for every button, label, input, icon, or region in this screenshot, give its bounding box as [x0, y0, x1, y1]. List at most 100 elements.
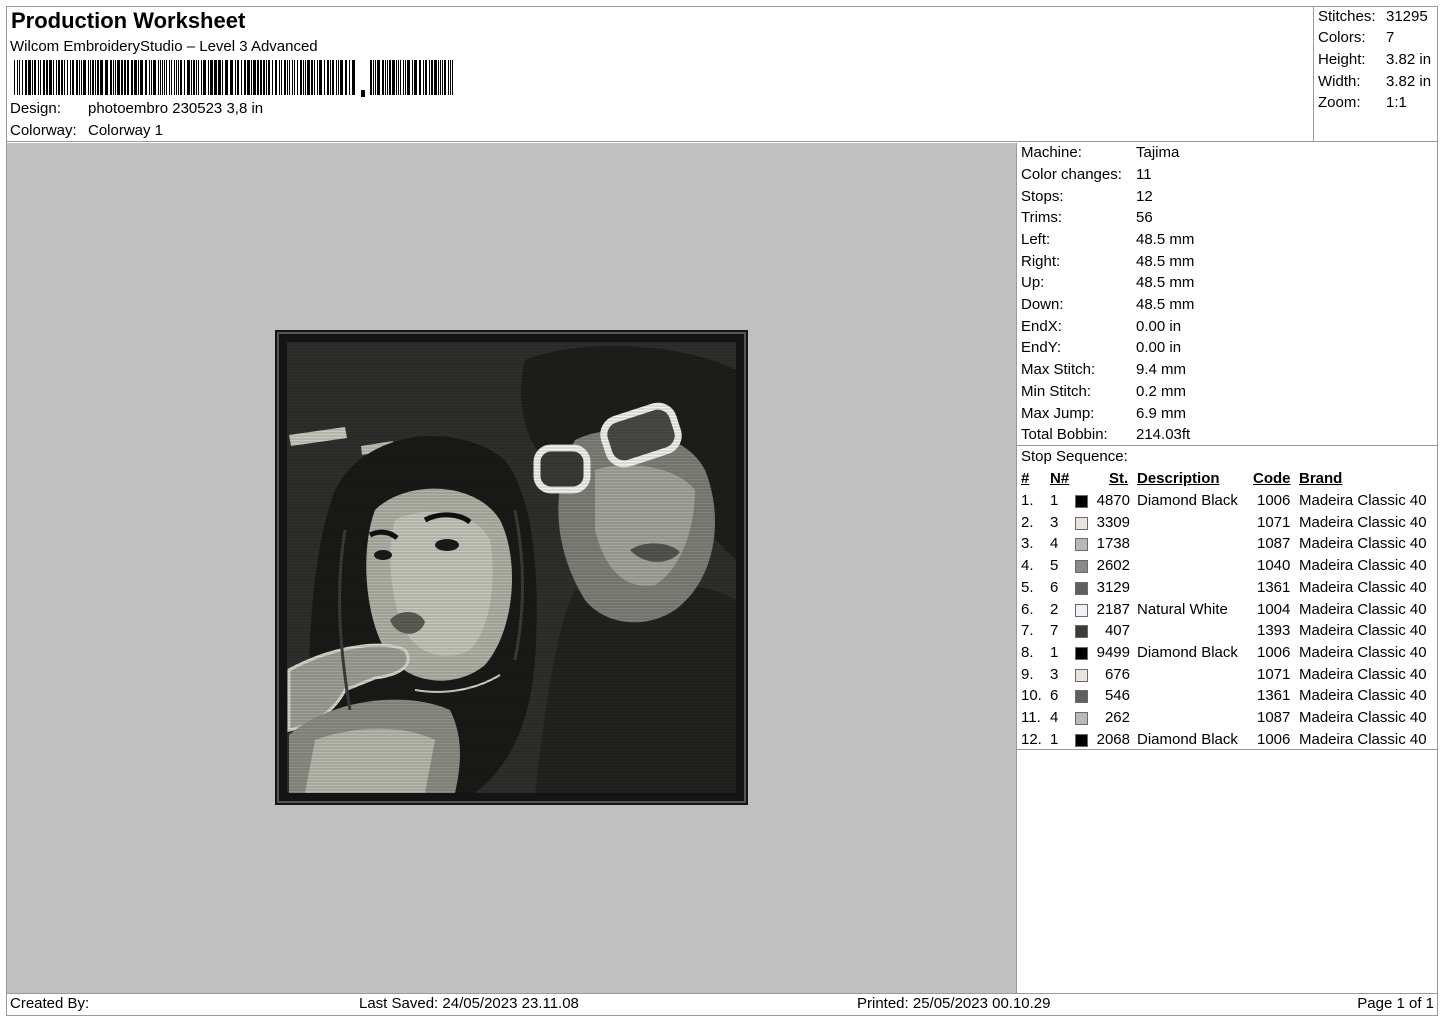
info-endx: EndX: 0.00 in	[1021, 318, 1181, 335]
summary-label: Width:	[1318, 73, 1361, 90]
section-divider	[1017, 445, 1438, 446]
color-swatch	[1075, 538, 1088, 552]
stop-row-stitches: 3309	[1096, 513, 1130, 531]
info-min-stitch: Min Stitch: 0.2 mm	[1021, 383, 1186, 400]
summary-zoom: Zoom: 1:1	[1318, 94, 1407, 111]
stop-row-needle: 2	[1050, 600, 1059, 618]
info-max-stitch: Max Stitch: 9.4 mm	[1021, 361, 1186, 378]
stop-row-stitches: 262	[1104, 709, 1130, 726]
stop-row-stitches: 2602	[1096, 557, 1130, 575]
stop-row-brand: Madeira Classic 40	[1299, 578, 1427, 596]
color-swatch	[1075, 560, 1088, 574]
stop-row-brand: Madeira Classic 40	[1299, 622, 1427, 640]
stop-row-brand: Madeira Classic 40	[1299, 730, 1427, 748]
info-down: Down: 48.5 mm	[1021, 296, 1194, 313]
stop-row-needle: 1	[1050, 492, 1059, 509]
embroidery-patch-image	[275, 330, 748, 805]
stop-row-description: Diamond Black	[1137, 730, 1238, 748]
design-label: Design:	[10, 100, 61, 117]
info-label: Left:	[1021, 231, 1051, 248]
stop-row-brand: Madeira Classic 40	[1299, 665, 1427, 683]
colorway-row: Colorway: Colorway 1	[10, 122, 163, 139]
stop-row-needle: 6	[1050, 687, 1059, 705]
stop-row-brand: Madeira Classic 40	[1299, 600, 1427, 618]
design-barcode	[14, 60, 453, 97]
stop-row-brand: Madeira Classic 40	[1299, 643, 1427, 661]
stop-row-brand: Madeira Classic 40	[1299, 687, 1427, 705]
color-swatch	[1075, 733, 1088, 747]
stop-row-brand: Madeira Classic 40	[1299, 709, 1427, 726]
info-label: Max Jump:	[1021, 405, 1095, 422]
summary-value: 31295	[1386, 8, 1428, 25]
info-value: 0.00 in	[1136, 318, 1182, 335]
info-label: EndY:	[1021, 339, 1062, 356]
stop-sequence-title: Stop Sequence:	[1021, 448, 1128, 465]
stop-row-num: 8.	[1021, 643, 1034, 661]
col-header-stitches: St.	[1109, 470, 1129, 487]
stop-row-stitches: 4870	[1096, 492, 1130, 509]
info-label: EndX:	[1021, 318, 1062, 335]
stop-row-description: Diamond Black	[1137, 492, 1238, 509]
color-swatch	[1075, 668, 1088, 682]
stop-row-code: 1004	[1257, 600, 1291, 618]
col-header-num: #	[1021, 470, 1030, 487]
stop-row: 4. 5 2602 1040 Madeira Classic 40	[1017, 557, 1438, 578]
info-label: Stops:	[1021, 188, 1064, 205]
col-header-brand: Brand	[1299, 470, 1343, 487]
stop-row-code: 1393	[1257, 622, 1291, 640]
info-value: 9.4 mm	[1136, 361, 1187, 378]
stop-row: 6. 2 2187 Natural White 1004 Madeira Classic …	[1017, 601, 1438, 622]
info-label: Down:	[1021, 296, 1064, 313]
stop-row-code: 1006	[1257, 643, 1291, 661]
stop-row-needle: 4	[1050, 709, 1059, 726]
stop-row-code: 1006	[1257, 492, 1291, 509]
summary-height: Height: 3.82 in	[1318, 51, 1431, 68]
summary-value: 3.82 in	[1386, 51, 1432, 68]
stop-row-num: 10.	[1021, 687, 1042, 705]
stop-row-needle: 1	[1050, 730, 1059, 748]
stop-row-brand: Madeira Classic 40	[1299, 557, 1427, 575]
stop-row-stitches: 1738	[1096, 535, 1130, 553]
stop-row-description: Natural White	[1137, 600, 1228, 618]
stop-row-num: 6.	[1021, 600, 1034, 618]
stop-row-num: 12.	[1021, 730, 1042, 748]
worksheet-footer: Created By: Last Saved: 24/05/2023 23.11…	[7, 993, 1438, 1015]
stop-row-code: 1361	[1257, 687, 1291, 705]
info-value: 48.5 mm	[1136, 253, 1195, 270]
worksheet-header: Production Worksheet Wilcom EmbroiderySt…	[7, 7, 1314, 142]
stop-row-needle: 4	[1050, 535, 1059, 553]
col-header-code: Code	[1253, 470, 1291, 487]
info-value: 56	[1136, 209, 1153, 226]
stop-row: 9. 3 676 1071 Madeira Classic 40	[1017, 666, 1438, 687]
info-endy: EndY: 0.00 in	[1021, 339, 1181, 356]
info-value: 11	[1136, 166, 1152, 183]
stop-row-stitches: 676	[1104, 665, 1130, 683]
stop-row: 1. 1 4870 Diamond Black 1006 Madeira Classic …	[1017, 492, 1438, 513]
info-label: Max Stitch:	[1021, 361, 1096, 378]
stop-row-code: 1040	[1257, 557, 1291, 575]
page-title: Production Worksheet	[11, 8, 246, 33]
stop-row: 11. 4 262 1087 Madeira Classic 40	[1017, 709, 1438, 730]
stop-row: 2. 3 3309 1071 Madeira Classic 40	[1017, 514, 1438, 535]
info-value: 48.5 mm	[1136, 274, 1195, 291]
stop-row: 3. 4 1738 1087 Madeira Classic 40	[1017, 535, 1438, 556]
info-value: Tajima	[1136, 144, 1180, 161]
summary-value: 1:1	[1386, 94, 1407, 111]
stop-row-needle: 1	[1050, 643, 1059, 661]
color-swatch	[1075, 625, 1088, 639]
summary-stitches: Stitches: 31295	[1318, 8, 1428, 25]
info-right: Right: 48.5 mm	[1021, 253, 1194, 270]
stop-row: 8. 1 9499 Diamond Black 1006 Madeira Classic …	[1017, 644, 1438, 665]
page-number: Page 1 of 1	[1357, 995, 1434, 1012]
info-value: 12	[1136, 188, 1153, 205]
info-label: Color changes:	[1021, 166, 1122, 183]
printed-date: Printed: 25/05/2023 00.10.29	[857, 995, 1051, 1012]
info-left: Left: 48.5 mm	[1021, 231, 1194, 248]
stop-row-brand: Madeira Classic 40	[1299, 492, 1427, 509]
stop-row-stitches: 546	[1104, 687, 1130, 705]
stop-row-code: 1361	[1257, 578, 1291, 596]
stop-row-stitches: 407	[1104, 622, 1130, 640]
stop-row-needle: 7	[1050, 622, 1059, 640]
design-summary: Stitches: 31295 Colors: 7 Height: 3.82 in W…	[1314, 7, 1438, 142]
color-swatch	[1075, 495, 1088, 508]
